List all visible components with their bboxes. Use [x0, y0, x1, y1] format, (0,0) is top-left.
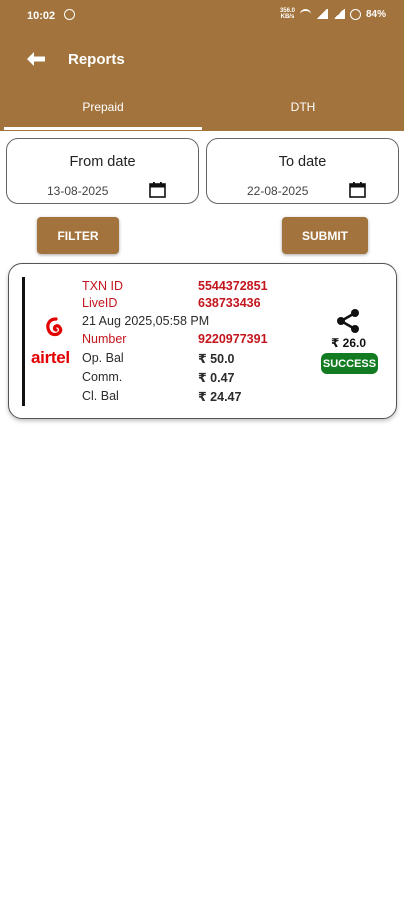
comm-value: ₹ 0.47: [198, 371, 235, 385]
app-header: 10:02 356.0 KB/s 84% Reports Prepaid DTH: [0, 0, 404, 131]
operator-logo: airtel: [31, 316, 81, 370]
to-date-field[interactable]: To date 22-08-2025: [206, 138, 399, 204]
cl-bal-label: Cl. Bal: [82, 389, 119, 403]
transaction-amount: ₹ 26.0: [331, 336, 367, 350]
status-right: 356.0 KB/s 84%: [280, 8, 386, 20]
transaction-datetime: 21 Aug 2025,05:58 PM: [82, 314, 210, 328]
wifi-icon: [299, 9, 311, 19]
airtel-swoosh-icon: [46, 317, 63, 337]
to-date-value: 22-08-2025: [247, 184, 309, 198]
submit-button[interactable]: SUBMIT: [282, 217, 368, 254]
comm-label: Comm.: [82, 370, 123, 384]
from-date-label: From date: [69, 154, 136, 170]
tab-active-indicator: [4, 127, 202, 130]
live-id-label: LiveID: [82, 296, 118, 310]
op-bal-label: Op. Bal: [82, 351, 124, 365]
calendar-icon[interactable]: [149, 182, 166, 198]
from-date-value: 13-08-2025: [47, 184, 109, 198]
sync-icon: [64, 9, 75, 20]
filter-button[interactable]: FILTER: [37, 217, 119, 254]
cl-bal-value: ₹ 24.47: [198, 390, 242, 404]
signal-icon: [315, 9, 328, 19]
calendar-icon[interactable]: [349, 182, 366, 198]
status-badge: SUCCESS: [321, 353, 378, 374]
number-label: Number: [82, 332, 127, 346]
page-title: Reports: [68, 51, 125, 68]
network-speed: 356.0 KB/s: [280, 8, 295, 20]
tab-dth[interactable]: DTH: [202, 100, 404, 114]
network-speed-unit: KB/s: [280, 14, 295, 20]
battery-level: 84%: [365, 8, 386, 20]
transaction-card[interactable]: airtel TXN ID 5544372851 LiveID 63873343…: [8, 263, 397, 419]
number-value: 9220977391: [198, 332, 268, 346]
card-accent-bar: [22, 277, 25, 406]
share-icon[interactable]: [334, 307, 362, 335]
op-bal-value: ₹ 50.0: [198, 352, 235, 366]
to-date-label: To date: [278, 154, 327, 170]
status-time: 10:02: [27, 10, 56, 22]
txn-id-label: TXN ID: [82, 279, 123, 293]
operator-logo-text: airtel: [31, 348, 70, 367]
tab-prepaid[interactable]: Prepaid: [2, 100, 204, 114]
signal-icon-2: [332, 9, 345, 19]
status-bar: 10:02 356.0 KB/s 84%: [0, 0, 404, 32]
live-id-value: 638733436: [198, 296, 261, 310]
from-date-field[interactable]: From date 13-08-2025: [6, 138, 199, 204]
txn-id-value: 5544372851: [198, 279, 268, 293]
alarm-icon: [349, 8, 361, 20]
back-arrow-icon[interactable]: [25, 50, 47, 68]
